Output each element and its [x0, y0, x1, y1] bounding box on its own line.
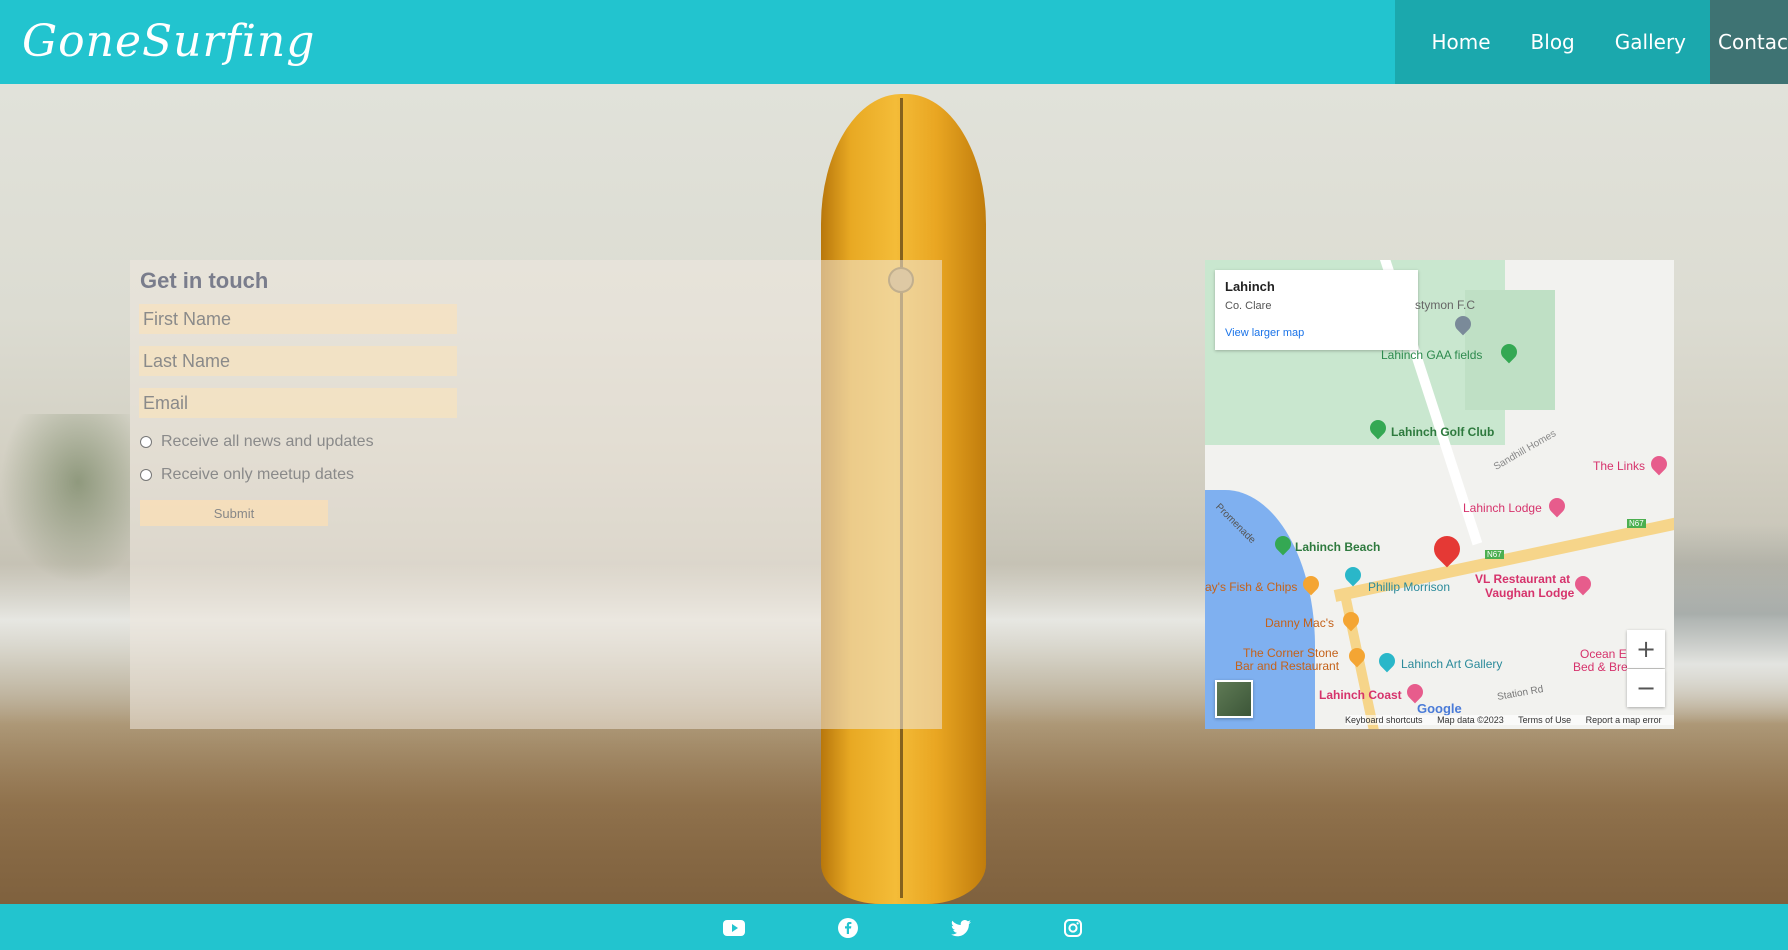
nav-home-link[interactable]: Home	[1411, 0, 1510, 84]
palm-trees	[0, 414, 130, 584]
map-label: Bar and Restaurant	[1235, 659, 1340, 673]
site-header: GoneSurfing Home Blog Gallery Contact	[0, 0, 1788, 84]
hotel-pin-icon[interactable]	[1571, 572, 1595, 596]
map-footer: Keyboard shortcuts Map data ©2023 Terms …	[1345, 715, 1674, 725]
instagram-icon[interactable]	[1062, 917, 1084, 939]
location-pin-icon[interactable]	[1428, 530, 1466, 568]
embedded-map[interactable]: Lahinch Co. Clare View larger map stymon…	[1205, 260, 1674, 729]
map-label: Lahinch Beach	[1295, 540, 1381, 554]
shop-pin-icon[interactable]	[1341, 563, 1365, 587]
map-label: Lahinch Golf Club	[1391, 425, 1495, 439]
map-info-subtitle: Co. Clare	[1225, 300, 1272, 312]
gallery-pin-icon[interactable]	[1375, 649, 1399, 673]
map-info-title: Lahinch	[1225, 279, 1275, 294]
radio-all-news[interactable]: Receive all news and updates	[140, 433, 374, 451]
hotel-pin-icon[interactable]	[1647, 452, 1671, 476]
map-label: Lahinch Art Gallery	[1401, 657, 1503, 671]
main-nav: Home Blog Gallery Contact	[1395, 0, 1788, 84]
map-label: The Corner Stone	[1243, 646, 1339, 660]
radio-label: Receive all news and updates	[161, 433, 374, 450]
twitter-icon[interactable]	[950, 917, 972, 939]
zoom-in-button[interactable]: +	[1627, 630, 1665, 668]
hotel-pin-icon[interactable]	[1403, 680, 1427, 704]
map-label: ay's Fish & Chips	[1205, 580, 1298, 594]
form-title: Get in touch	[140, 268, 269, 293]
report-error-link[interactable]: Report a map error	[1586, 715, 1662, 725]
nav-gallery-link[interactable]: Gallery	[1595, 0, 1698, 84]
map-label: Danny Mac's	[1265, 616, 1334, 630]
map-label: Lahinch GAA fields	[1381, 348, 1483, 362]
google-logo: Google	[1417, 701, 1462, 716]
road-badge: N67	[1485, 550, 1504, 559]
radio-button[interactable]	[140, 469, 152, 481]
last-name-input[interactable]	[139, 346, 457, 376]
hotel-pin-icon[interactable]	[1545, 494, 1569, 518]
site-footer	[0, 904, 1788, 950]
map-label: Ocean E	[1580, 647, 1627, 661]
radio-meetup-dates[interactable]: Receive only meetup dates	[140, 466, 354, 484]
map-label: Station Rd	[1496, 684, 1545, 703]
radio-label: Receive only meetup dates	[161, 466, 354, 483]
facebook-icon[interactable]	[837, 917, 859, 939]
radio-button[interactable]	[140, 436, 152, 448]
map-label: Phillip Morrison	[1368, 580, 1451, 594]
map-label: stymon F.C	[1415, 298, 1476, 312]
site-logo[interactable]: GoneSurfing	[22, 14, 315, 70]
zoom-out-button[interactable]: −	[1627, 669, 1665, 707]
nav-links: Home Blog Gallery	[1395, 0, 1710, 84]
road-badge: N67	[1627, 519, 1646, 528]
map-label: Bed & Bre	[1573, 660, 1628, 674]
nav-blog-link[interactable]: Blog	[1511, 0, 1595, 84]
map-label: Lahinch Coast	[1319, 688, 1402, 702]
map-label: Vaughan Lodge	[1485, 586, 1575, 600]
nav-contact-link[interactable]: Contact	[1710, 0, 1788, 84]
email-input[interactable]	[139, 388, 457, 418]
youtube-icon[interactable]	[723, 917, 745, 939]
satellite-toggle[interactable]	[1215, 680, 1253, 718]
map-info-window: Lahinch Co. Clare View larger map	[1215, 270, 1418, 350]
submit-button[interactable]: Submit	[140, 500, 328, 526]
map-label: Lahinch Lodge	[1463, 501, 1542, 515]
view-larger-map-link[interactable]: View larger map	[1225, 327, 1304, 339]
keyboard-shortcuts-link[interactable]: Keyboard shortcuts	[1345, 715, 1423, 725]
terms-link[interactable]: Terms of Use	[1518, 715, 1571, 725]
map-data-text: Map data ©2023	[1437, 715, 1504, 725]
map-label: The Links	[1593, 459, 1646, 473]
map-label: VL Restaurant at	[1475, 572, 1571, 586]
first-name-input[interactable]	[139, 304, 457, 334]
